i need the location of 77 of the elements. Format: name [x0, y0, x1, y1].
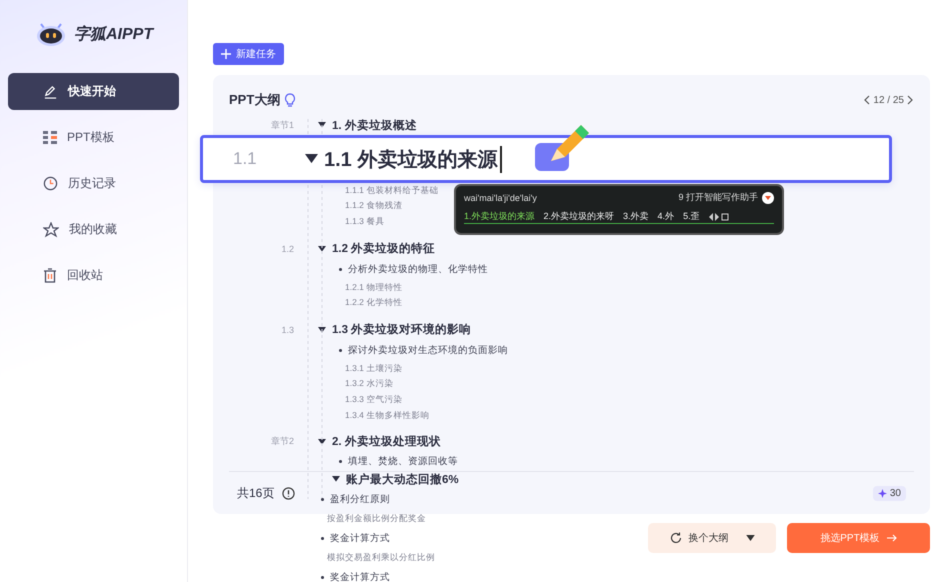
- bullet-dot: [321, 498, 324, 502]
- subsection-text[interactable]: 1.3.4 生物多样性影响: [345, 410, 430, 422]
- subsection-text[interactable]: 1.1.1 包装材料给予基础: [345, 184, 438, 197]
- subsection-text[interactable]: 1.3.1 土壤污染: [345, 362, 402, 375]
- section-title[interactable]: 1.2 外卖垃圾的特征: [332, 241, 436, 256]
- subsection-text[interactable]: 1.1.3 餐具: [345, 216, 384, 228]
- pen-icon: [43, 84, 58, 99]
- bullet-dot: [339, 268, 342, 272]
- refresh-icon: [670, 532, 682, 544]
- subsection-text[interactable]: 1.1.2 食物残渣: [345, 200, 402, 212]
- caret-icon[interactable]: [318, 327, 326, 333]
- candidate-word[interactable]: 2.外卖垃圾的来呀: [544, 210, 614, 223]
- page-indicator: 12 / 25: [873, 94, 904, 106]
- section-title[interactable]: 1.3 外卖垃圾对环境的影响: [332, 322, 472, 338]
- credits-badge: 30: [872, 486, 906, 501]
- change-outline-button[interactable]: 换个大纲: [648, 523, 776, 553]
- assistant-hint[interactable]: 9 打开智能写作助手: [678, 191, 758, 204]
- sidebar-item[interactable]: 快速开始: [8, 73, 179, 110]
- sidebar-item[interactable]: PPT模板: [8, 119, 179, 156]
- fox-icon[interactable]: [762, 192, 774, 204]
- bullet-text[interactable]: 奖金计算方式: [330, 532, 390, 546]
- section-number: 1.3: [280, 324, 294, 335]
- outline-title: PPT大纲: [229, 91, 280, 109]
- candidate-word[interactable]: 4.外: [658, 210, 674, 223]
- bullet-text[interactable]: 奖金计算方式: [330, 571, 390, 582]
- caret-icon[interactable]: [318, 246, 326, 252]
- bullet-dot: [321, 576, 324, 580]
- grid-icon: [43, 130, 57, 144]
- bullet-text[interactable]: 填埋、焚烧、资源回收等: [348, 454, 458, 468]
- plus-icon: [221, 49, 231, 59]
- subsection-text[interactable]: 1.3.3 空气污染: [345, 394, 402, 406]
- previous-icon[interactable]: [863, 95, 870, 105]
- pinyin-text: wai'mai'la'ji'de'lai'y: [464, 192, 537, 202]
- robot-logo-icon: [36, 21, 66, 47]
- chapter-title[interactable]: 2. 外卖垃圾处理现状: [332, 434, 441, 449]
- subsection-text[interactable]: 1.3.2 水污染: [345, 378, 394, 390]
- arrow-right-icon: [886, 534, 897, 542]
- candidate-word[interactable]: 3.外卖: [623, 210, 649, 223]
- chapter-title[interactable]: 1. 外卖垃圾概述: [332, 118, 417, 132]
- chapter-label: 章节2: [270, 434, 294, 448]
- caret-icon[interactable]: [332, 476, 340, 482]
- sidebar-item[interactable]: 我的收藏: [8, 211, 179, 248]
- note-text[interactable]: 模拟交易盈利乘以分红比例: [327, 552, 435, 564]
- bullet-text[interactable]: 探讨外卖垃圾对生态环境的负面影响: [348, 344, 508, 358]
- logo-text: 字狐AIPPT: [74, 24, 154, 44]
- candidate-word[interactable]: 1.外卖垃圾的来源: [464, 210, 535, 223]
- subsection-text[interactable]: 1.2.1 物理特性: [345, 282, 402, 294]
- page-arrows-icon[interactable]: [708, 212, 729, 220]
- bullet-text[interactable]: 盈利分红原则: [330, 493, 390, 506]
- trash-icon: [43, 268, 57, 283]
- section-title[interactable]: 账户最大动态回撤6%: [346, 472, 459, 486]
- clock-icon: [43, 176, 58, 191]
- sidebar-item[interactable]: 历史记录: [8, 165, 179, 202]
- subsection-text[interactable]: 1.2.2 化学特性: [345, 297, 402, 310]
- section-number: 1.1: [232, 149, 258, 169]
- note-text[interactable]: 按盈利金额比例分配奖金: [327, 513, 426, 526]
- bullet-dot: [339, 349, 342, 352]
- caret-icon[interactable]: [318, 438, 326, 444]
- section-number: 1.2: [280, 244, 294, 254]
- candidate-word[interactable]: 5.歪: [683, 210, 700, 223]
- caret-icon: [746, 535, 754, 541]
- caret-icon[interactable]: [305, 154, 318, 164]
- caret-icon[interactable]: [318, 122, 326, 128]
- sidebar-item[interactable]: 回收站: [8, 257, 179, 294]
- star-icon: [43, 222, 59, 238]
- lightbulb-icon: [284, 93, 296, 107]
- sparkle-icon: [878, 488, 887, 498]
- new-task-button[interactable]: 新建任务: [213, 43, 284, 65]
- page-count: 共16页: [237, 484, 274, 502]
- bullet-text[interactable]: 分析外卖垃圾的物理、化学特性: [348, 263, 488, 276]
- next-icon[interactable]: [907, 95, 914, 105]
- section-title-input[interactable]: 1.1 外卖垃圾的来源: [324, 146, 502, 172]
- chapter-label: 章节1: [270, 118, 294, 132]
- info-icon[interactable]: [282, 486, 296, 500]
- bullet-dot: [321, 537, 324, 540]
- editing-row[interactable]: 1.1 1.1 外卖垃圾的来源: [200, 135, 892, 183]
- bullet-dot: [339, 460, 342, 463]
